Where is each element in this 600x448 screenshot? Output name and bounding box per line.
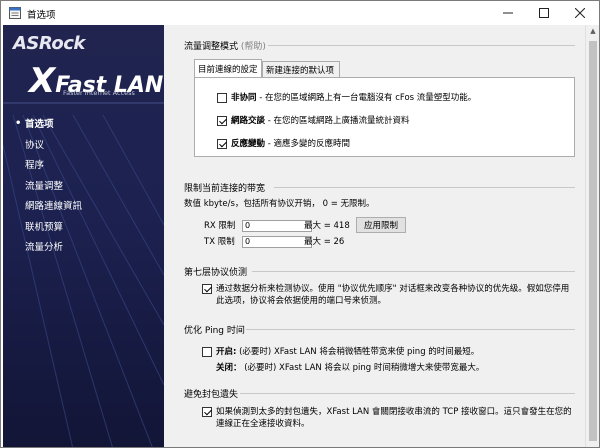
close-button[interactable] <box>562 1 598 25</box>
app-icon <box>9 7 21 19</box>
section-divider <box>240 393 575 394</box>
sidebar-item-label: 协议 <box>25 139 45 151</box>
option-desc: - 在您的區域網路上廣播流量統計資料 <box>265 116 410 126</box>
layer7-checkbox[interactable] <box>202 284 212 294</box>
sidebar: ASRock XFast LAN Faster Internet Access … <box>3 25 164 447</box>
rx-limit-label: RX 限制 <box>204 221 236 231</box>
packetloss-section-title: 避免封包遺失 <box>184 390 239 400</box>
option-avoid-packet-loss[interactable]: 如果偵測到太多的封包遺失，XFast LAN 會關閉接收串流的 TCP 接收窗口… <box>202 406 572 430</box>
option-network-talk[interactable]: 網路交談 - 在您的區域網路上廣播流量統計資料 <box>217 115 410 127</box>
close-icon <box>575 8 585 18</box>
help-link[interactable]: (帮助) <box>241 42 266 52</box>
vertical-scrollbar[interactable]: ▲ <box>585 25 599 447</box>
apply-limit-button[interactable]: 应用限制 <box>356 217 406 233</box>
layer7-section-title: 第七层协议侦测 <box>184 268 248 278</box>
section-divider <box>246 329 575 330</box>
preferences-window: 首选项 ASRock XFast LAN Faster Internet Acc… <box>0 0 600 448</box>
tab-current-connection[interactable]: 目前連線的設定 <box>194 59 262 77</box>
logo-x-letter: X <box>29 61 56 101</box>
asrock-logo: ASRock <box>13 33 85 54</box>
section-divider <box>274 187 575 188</box>
ping-section-title: 优化 Ping 时间 <box>184 326 245 336</box>
shaping-section-title: 流量调整模式 (帮助) <box>184 39 266 52</box>
logo-tagline: Faster Internet Access <box>63 89 135 97</box>
packetloss-description: 如果偵測到太多的封包遺失，XFast LAN 會關閉接收串流的 TCP 接收窗口… <box>216 407 572 429</box>
sidebar-item-label: 流量分析 <box>25 242 64 254</box>
scroll-thumb[interactable] <box>589 41 597 441</box>
window-title: 首选项 <box>27 10 56 21</box>
preferences-content: 流量调整模式 (帮助) 目前連線的設定 新建连接的默认项 非协同 - 在您的區域… <box>164 25 585 447</box>
sidebar-item-budget[interactable]: 联机预算 <box>15 216 82 237</box>
option-desc: - 在您的區域網路上有一台電腦沒有 cFos 流量塑型功能。 <box>256 93 477 103</box>
network-talk-checkbox[interactable] <box>217 116 227 126</box>
tx-limit-input[interactable]: 0 <box>242 236 312 248</box>
scroll-up-arrow-icon[interactable]: ▲ <box>586 27 599 39</box>
option-layer7-detection[interactable]: 通过数据分析来检测协议。使用 "协议优先顺序" 对话框来改变各种协议的优先级。假… <box>202 283 572 307</box>
option-optimize-ping[interactable]: 开启: (必要时) XFast LAN 将会稍微牺牲带宽来使 ping 的时间最… <box>202 346 479 358</box>
ping-checkbox[interactable] <box>202 347 212 357</box>
section-divider <box>252 271 575 272</box>
sidebar-item-label: 網路連線資訊 <box>25 201 83 213</box>
bandwidth-description: 数值 kbyte/s，包括所有协议开销， 0 = 无限制。 <box>184 199 375 209</box>
rx-max-label: 最大 = 418 <box>304 221 350 231</box>
minimize-icon <box>503 12 513 14</box>
sidebar-nav: • 首选项 协议 程序 流量调整 網路連線資訊 联机预算 流量分析 <box>15 113 82 257</box>
sidebar-item-traffic-analysis[interactable]: 流量分析 <box>15 236 82 257</box>
option-name: 反應變動 <box>231 139 266 149</box>
option-non-cooperative[interactable]: 非协同 - 在您的區域網路上有一台電腦沒有 cFos 流量塑型功能。 <box>217 92 476 104</box>
sidebar-item-programs[interactable]: 程序 <box>15 154 82 175</box>
response-variation-checkbox[interactable] <box>217 139 227 149</box>
sidebar-item-label: 首选项 <box>25 119 54 131</box>
title-bar[interactable]: 首选项 <box>1 1 599 25</box>
option-response-variation[interactable]: 反應變動 - 適應多變的反應時間 <box>217 138 350 150</box>
ping-on-label: 开启: <box>216 347 237 357</box>
maximize-icon <box>539 8 549 18</box>
rx-limit-input[interactable]: 0 <box>242 220 312 232</box>
tx-limit-label: TX 限制 <box>204 237 235 247</box>
bullet-icon: • <box>15 117 22 129</box>
packetloss-checkbox[interactable] <box>202 407 212 417</box>
option-name: 網路交談 <box>231 116 266 126</box>
ping-on-text: (必要时) XFast LAN 将会稍微牺牲带宽来使 ping 的时间最短。 <box>236 347 480 357</box>
ping-off-label: 关闭： <box>216 363 242 373</box>
tx-max-label: 最大 = 26 <box>304 237 345 247</box>
sidebar-item-label: 联机预算 <box>25 221 64 233</box>
sidebar-item-protocols[interactable]: 协议 <box>15 134 82 155</box>
section-divider <box>268 45 575 46</box>
option-name: 非协同 <box>231 93 257 103</box>
sidebar-item-connection-info[interactable]: 網路連線資訊 <box>15 195 82 216</box>
minimize-button[interactable] <box>490 1 526 25</box>
sidebar-item-label: 流量调整 <box>25 180 64 192</box>
bandwidth-section-title: 限制当前连接的带宽 <box>184 184 266 194</box>
tab-panel: 非协同 - 在您的區域網路上有一台電腦沒有 cFos 流量塑型功能。 網路交談 … <box>194 77 575 157</box>
layer7-description: 通过数据分析来检测协议。使用 "协议优先顺序" 对话框来改变各种协议的优先级。假… <box>216 284 570 306</box>
option-desc: - 適應多變的反應時間 <box>265 139 350 149</box>
sidebar-item-preferences[interactable]: • 首选项 <box>15 113 82 134</box>
ping-off-text: (必要时) XFast LAN 将会以 ping 时间稍微增大来使带宽最大。 <box>241 363 485 373</box>
sidebar-item-label: 程序 <box>25 160 45 172</box>
shaping-title: 流量调整模式 <box>184 42 239 52</box>
non-cooperative-checkbox[interactable] <box>217 93 227 103</box>
sidebar-item-traffic-shaping[interactable]: 流量调整 <box>15 175 82 196</box>
tab-new-connection-defaults[interactable]: 新建连接的默认项 <box>262 61 340 77</box>
maximize-button[interactable] <box>526 1 562 25</box>
